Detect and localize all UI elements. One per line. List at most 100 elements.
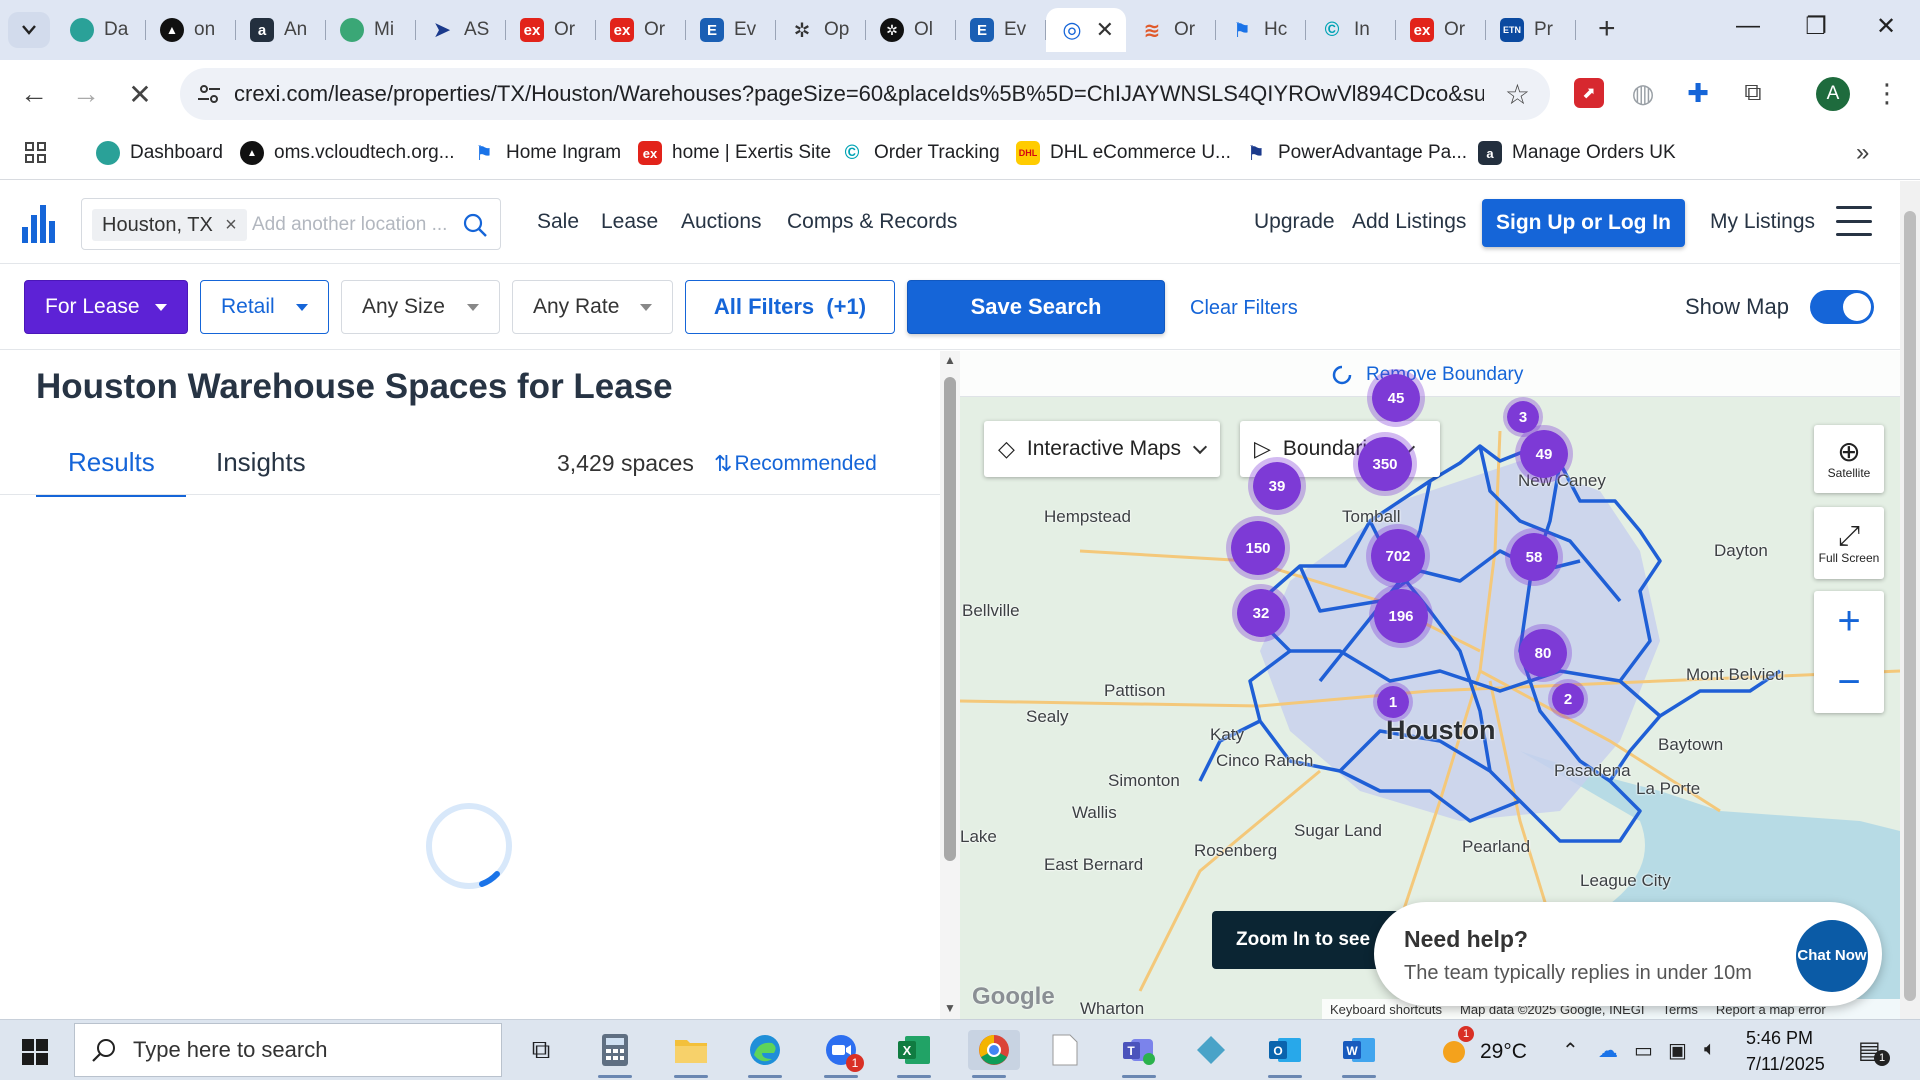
word-app-icon[interactable]: W [1338,1030,1380,1078]
network-icon[interactable]: ▣ [1668,1038,1687,1063]
browser-tab[interactable]: ⚑ Hc [1216,8,1306,52]
profile-avatar[interactable]: A [1816,77,1850,111]
chat-widget[interactable]: Need help? The team typically replies in… [1374,902,1882,1006]
bookmark-item[interactable]: Dashboard [96,138,223,168]
full-screen-button[interactable]: ⤢ Full Screen [1814,507,1884,579]
close-window-icon[interactable]: ✕ [1866,12,1906,41]
zoom-app-icon[interactable]: 1 [820,1030,864,1078]
edge-browser-icon[interactable] [744,1030,786,1078]
close-tab-icon[interactable]: ✕ [1096,17,1114,43]
scroll-down-icon[interactable]: ▼ [944,1001,956,1015]
nav-auctions[interactable]: Auctions [681,210,762,234]
show-hidden-icons-chevron-icon[interactable]: ⌃ [1562,1038,1579,1063]
weather-temperature[interactable]: 29°C [1480,1040,1527,1064]
show-map-toggle[interactable] [1810,290,1874,324]
taskbar-search-input[interactable] [133,1037,473,1063]
back-arrow-icon[interactable]: ← [14,78,54,110]
browser-tab[interactable]: a An [236,8,326,52]
bookmark-item[interactable]: DHL DHL eCommerce U... [1016,138,1231,168]
stop-loading-icon[interactable]: ✕ [120,78,160,111]
notification-center-icon[interactable]: ▤ 1 [1858,1036,1890,1066]
calculator-app-icon[interactable] [594,1030,636,1078]
tab-insights[interactable]: Insights [186,447,336,478]
browser-tab[interactable]: ex Or [596,8,686,52]
browser-tab[interactable]: ▲ on [146,8,236,52]
teams-app-icon[interactable]: T [1118,1030,1160,1078]
listing-cluster-marker[interactable]: 196 [1369,584,1433,648]
restore-window-icon[interactable]: ❐ [1796,12,1836,41]
listing-cluster-marker[interactable]: 39 [1248,457,1306,515]
more-bookmarks-chevron-icon[interactable]: » [1856,138,1869,168]
weather-sun-icon[interactable]: 1 [1432,1026,1474,1070]
chat-now-button[interactable]: Chat Now [1796,920,1868,992]
crexi-logo-icon[interactable] [20,201,60,245]
onedrive-cloud-icon[interactable]: ☁ [1598,1038,1618,1063]
address-bar[interactable]: crexi.com/lease/properties/TX/Houston/Wa… [180,68,1550,120]
browser-tab[interactable]: ➤ AS [416,8,506,52]
all-filters-button[interactable]: All Filters (+1) [685,280,895,334]
bookmark-item[interactable]: ex home | Exertis Site [638,138,831,168]
property-type-dropdown[interactable]: Retail [200,280,329,334]
browser-tab[interactable]: ex Or [506,8,596,52]
save-search-button[interactable]: Save Search [907,280,1165,334]
pdf-extension-icon[interactable]: ⬈ [1574,78,1604,108]
clock-time[interactable]: 5:46 PM [1746,1028,1813,1049]
browser-tab[interactable]: © In [1306,8,1396,52]
bookmark-item[interactable]: ⚑ Home Ingram [472,138,621,168]
new-tab-plus-icon[interactable]: + [1598,14,1616,44]
volume-speaker-icon[interactable]: 🔈︎ [1704,1038,1716,1061]
battery-icon[interactable]: ▭ [1634,1038,1653,1063]
my-listings-link[interactable]: My Listings [1710,210,1815,234]
page-scrollbar[interactable] [1900,181,1920,1019]
listing-cluster-marker[interactable]: 1 [1373,682,1413,722]
extensions-puzzle-icon[interactable]: ⧉ [1738,78,1768,108]
rate-dropdown[interactable]: Any Rate [512,280,673,334]
hamburger-menu-icon[interactable] [1836,206,1872,236]
outlook-app-icon[interactable]: O [1264,1030,1306,1078]
results-scrollbar[interactable]: ▲ ▼ [940,351,960,1019]
nav-sale[interactable]: Sale [537,210,579,234]
bookmark-item[interactable]: ⚑ PowerAdvantage Pa... [1244,138,1467,168]
globe-extension-icon[interactable]: ◍ [1628,78,1658,108]
zoom-out-minus-icon[interactable]: − [1814,652,1884,713]
file-explorer-icon[interactable] [670,1030,712,1078]
bookmark-item[interactable]: a Manage Orders UK [1478,138,1676,168]
signup-login-button[interactable]: Sign Up or Log In [1482,199,1685,247]
browser-tab[interactable]: ✲ Op [776,8,866,52]
clock-date[interactable]: 7/11/2025 [1746,1054,1825,1075]
scrollbar-thumb[interactable] [944,377,956,861]
taskbar-search[interactable] [74,1023,502,1077]
zoom-in-plus-icon[interactable]: + [1814,591,1884,652]
remove-boundary-button[interactable]: Remove Boundary [1330,363,1523,387]
search-icon[interactable] [462,212,488,238]
tab-results[interactable]: Results [36,447,186,497]
site-settings-icon[interactable] [196,81,222,107]
remove-location-icon[interactable]: × [225,209,237,241]
nav-lease[interactable]: Lease [601,210,658,234]
chrome-browser-icon[interactable] [968,1030,1020,1078]
location-input[interactable] [252,211,452,239]
kebab-menu-icon[interactable]: ⋮ [1872,78,1902,108]
nav-comps-records[interactable]: Comps & Records [787,210,957,234]
listing-cluster-marker[interactable]: 49 [1515,425,1573,483]
browser-tab[interactable]: ETN Pr [1486,8,1576,52]
forward-arrow-icon[interactable]: → [66,78,106,110]
for-lease-dropdown[interactable]: For Lease [24,280,188,334]
listing-cluster-marker[interactable]: 150 [1226,516,1290,580]
upgrade-link[interactable]: Upgrade [1254,210,1335,234]
crosshair-extension-icon[interactable]: ✚ [1683,78,1713,108]
browser-tab[interactable]: ≋ Or [1126,8,1216,52]
excel-app-icon[interactable]: X [893,1030,935,1078]
browser-tab-active[interactable]: ◎ ✕ [1046,8,1126,52]
bookmark-star-icon[interactable]: ☆ [1505,78,1530,111]
bookmark-item[interactable]: ▲ oms.vcloudtech.org... [240,138,455,168]
task-view-icon[interactable]: ⧉ [520,1030,562,1070]
listing-cluster-marker[interactable]: 80 [1514,624,1572,682]
listing-cluster-marker[interactable]: 45 [1367,369,1425,427]
browser-tab[interactable]: E Ev [956,8,1046,52]
browser-tab[interactable]: ex Or [1396,8,1486,52]
apps-grid-icon[interactable] [24,138,48,168]
listing-cluster-marker[interactable]: 2 [1548,679,1588,719]
clear-filters-link[interactable]: Clear Filters [1190,297,1298,320]
minimize-icon[interactable]: — [1728,12,1768,40]
